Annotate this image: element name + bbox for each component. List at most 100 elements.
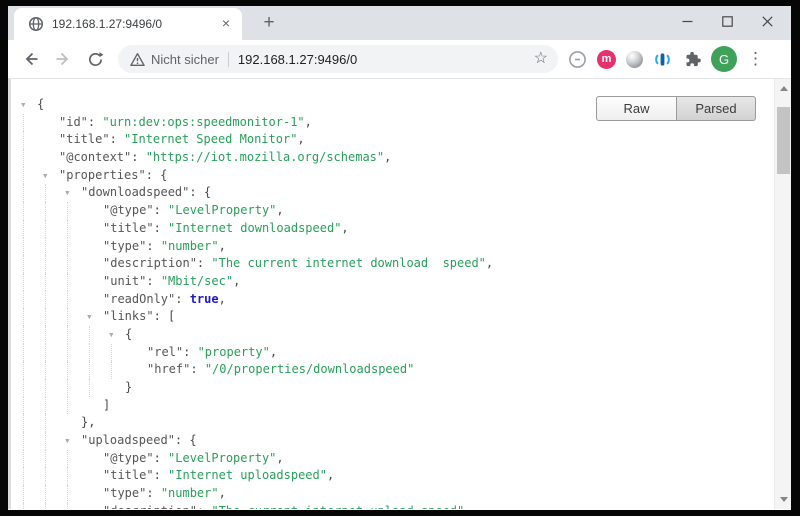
indent-guide (45, 450, 46, 468)
collapse-arrow-icon[interactable]: ▾ (64, 184, 81, 202)
profile-avatar[interactable]: G (711, 46, 737, 72)
collapse-arrow-icon[interactable]: ▾ (42, 167, 59, 185)
back-icon[interactable] (18, 46, 44, 72)
indent-guide (45, 379, 46, 397)
json-token-key: "downloadspeed" (81, 185, 189, 199)
indent-guide (45, 467, 46, 485)
omnibox-divider (228, 52, 229, 67)
indent-guide (45, 291, 46, 309)
json-line: "@context": "https://iot.mozilla.org/sch… (11, 149, 774, 167)
json-token-str: "number" (161, 486, 219, 500)
indent-guide (23, 344, 24, 362)
browser-tab[interactable]: 192.168.1.27:9496/0 × (14, 8, 242, 40)
json-token-key: "description" (103, 256, 197, 270)
address-bar[interactable]: Nicht sicher 192.168.1.27:9496/0 ☆ (118, 45, 558, 73)
close-window-icon[interactable] (761, 15, 773, 27)
indent-guide (67, 220, 68, 238)
json-line: "@type": "LevelProperty", (11, 450, 774, 468)
forward-icon[interactable] (50, 46, 76, 72)
indent-guide (67, 485, 68, 503)
indent-guide (45, 344, 46, 362)
json-token-p: : (146, 274, 160, 288)
raw-button[interactable]: Raw (596, 96, 676, 121)
json-token-p: : (110, 132, 124, 146)
dashed-circle-extension-icon[interactable] (568, 50, 587, 69)
indent-guide (45, 503, 46, 509)
json-line: ▾"uploadspeed": { (11, 432, 774, 450)
arrow-spacer (86, 273, 103, 291)
json-token-p: : (146, 486, 160, 500)
json-line: ▾"links": [ (11, 308, 774, 326)
json-token-key: "id" (59, 115, 88, 129)
json-token-p: : (183, 345, 197, 359)
robot-extension-icon[interactable] (653, 50, 672, 69)
indent-guide (67, 450, 68, 468)
json-line: "description": "The current internet upl… (11, 503, 774, 509)
json-line: "href": "/0/properties/downloadspeed" (11, 361, 774, 379)
indent-guide (23, 255, 24, 273)
pink-m-extension-icon[interactable]: m (597, 50, 616, 69)
scroll-up-icon[interactable] (775, 81, 791, 96)
indent-guide (111, 344, 112, 362)
json-token-str: "The current internet download speed" (211, 256, 486, 270)
bookmark-star-icon[interactable]: ☆ (534, 51, 548, 67)
json-line: ▾"downloadspeed": { (11, 184, 774, 202)
json-token-p: : (154, 203, 168, 217)
json-token-key: "@type" (103, 203, 154, 217)
indent-guide (45, 397, 46, 415)
json-token-str: "The current internet upload speed" (211, 504, 464, 509)
maximize-icon[interactable] (721, 15, 733, 27)
minimize-icon[interactable] (681, 15, 693, 27)
arrow-spacer (86, 255, 103, 273)
indent-guide (111, 361, 112, 379)
indent-guide (67, 308, 68, 326)
indent-guide (89, 344, 90, 362)
json-token-p: , (270, 345, 277, 359)
json-token-key: "type" (103, 486, 146, 500)
indent-guide (23, 397, 24, 415)
tab-close-icon[interactable]: × (218, 16, 234, 32)
json-token-p: : (154, 221, 168, 235)
json-token-p: , (297, 132, 304, 146)
menu-kebab-icon[interactable]: ⋮ (747, 49, 763, 69)
json-token-p: , (219, 292, 226, 306)
extensions-puzzle-icon[interactable] (682, 50, 701, 69)
json-token-str: "urn:dev:ops:speedmonitor-1" (102, 115, 304, 129)
indent-guide (23, 326, 24, 344)
collapse-arrow-icon[interactable]: ▾ (64, 432, 81, 450)
url-text[interactable]: 192.168.1.27:9496/0 (238, 52, 534, 67)
json-token-p: , (276, 451, 283, 465)
json-token-str: "Internet Speed Monitor" (124, 132, 297, 146)
parsed-button[interactable]: Parsed (676, 96, 756, 121)
collapse-arrow-icon[interactable]: ▾ (108, 326, 125, 344)
json-token-p: [ (168, 309, 175, 323)
json-token-p: : (197, 504, 211, 509)
indent-guide (67, 202, 68, 220)
json-token-p: , (486, 256, 493, 270)
scrollbar-thumb[interactable] (777, 107, 790, 174)
json-token-key: "uploadspeed" (81, 433, 175, 447)
json-line: }, (11, 414, 774, 432)
arrow-spacer (130, 361, 147, 379)
json-token-p: } (125, 380, 132, 394)
reload-icon[interactable] (82, 46, 108, 72)
arrow-spacer (86, 503, 103, 509)
security-label[interactable]: Nicht sicher (151, 52, 219, 67)
extensions-row: m G ⋮ (568, 46, 763, 72)
json-line: "rel": "property", (11, 344, 774, 362)
new-tab-button[interactable]: + (256, 13, 282, 35)
json-token-p: , (341, 221, 348, 235)
sphere-extension-icon[interactable] (626, 51, 643, 68)
indent-guide (45, 414, 46, 432)
json-token-key: "links" (103, 309, 154, 323)
json-token-str: "/0/properties/downloadspeed" (205, 362, 415, 376)
collapse-arrow-icon[interactable]: ▾ (20, 96, 37, 114)
indent-guide (23, 220, 24, 238)
arrow-spacer (108, 379, 125, 397)
collapse-arrow-icon[interactable]: ▾ (86, 308, 103, 326)
window-controls (681, 6, 773, 36)
scrollbar[interactable] (774, 79, 791, 509)
json-token-p: : (146, 239, 160, 253)
scroll-down-icon[interactable] (775, 492, 791, 507)
indent-guide (45, 220, 46, 238)
